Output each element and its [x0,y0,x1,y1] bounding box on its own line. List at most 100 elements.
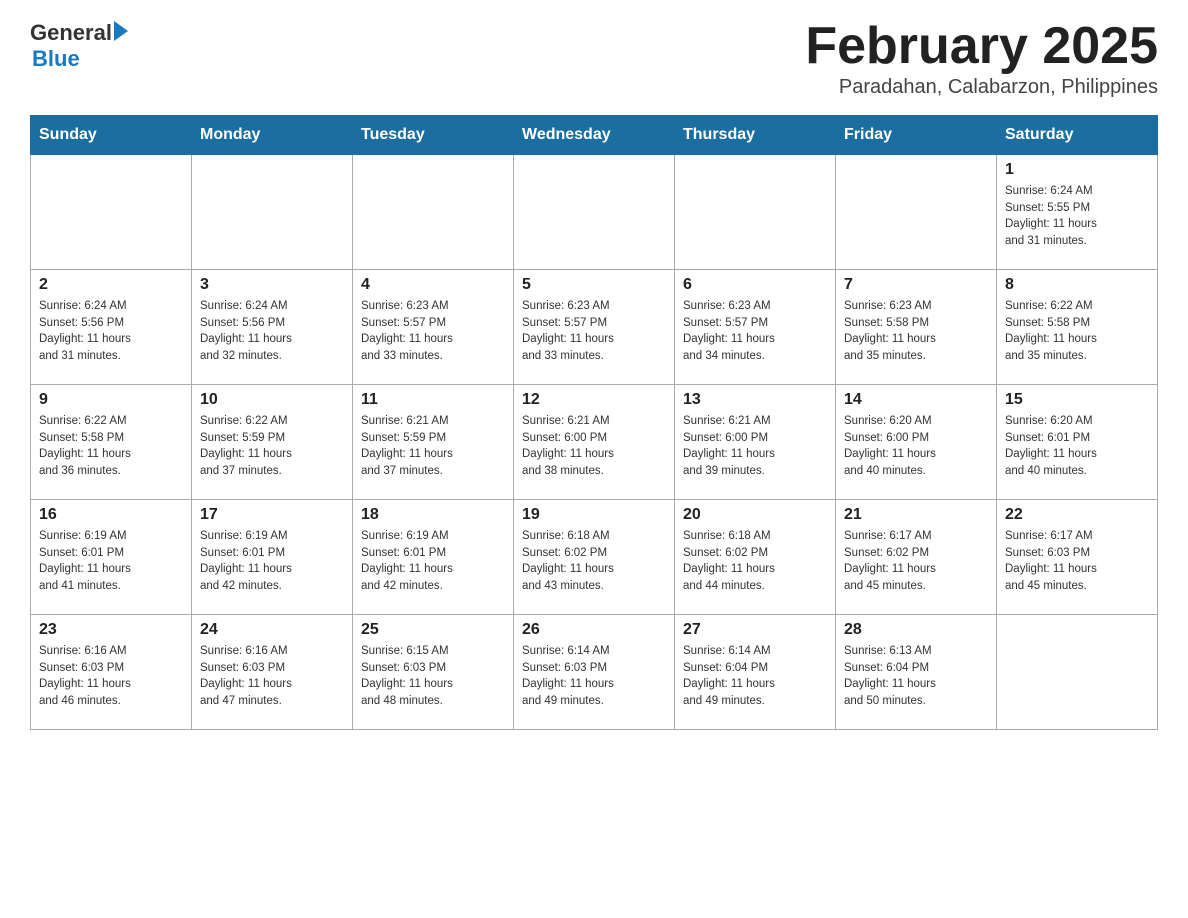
weekday-header-monday: Monday [192,116,353,155]
day-number: 16 [39,506,183,524]
day-number: 6 [683,276,827,294]
calendar-cell: 26 Sunrise: 6:14 AM Sunset: 6:03 PM Dayli… [514,615,675,730]
day-number: 23 [39,621,183,639]
calendar-cell: 8 Sunrise: 6:22 AM Sunset: 5:58 PM Daylig… [997,270,1158,385]
calendar-cell [836,155,997,270]
calendar-week-row: 9 Sunrise: 6:22 AM Sunset: 5:58 PM Daylig… [31,385,1158,500]
calendar-cell: 24 Sunrise: 6:16 AM Sunset: 6:03 PM Dayli… [192,615,353,730]
page-header: General Blue February 2025 Paradahan, Ca… [30,20,1158,99]
day-number: 8 [1005,276,1149,294]
day-number: 5 [522,276,666,294]
day-number: 20 [683,506,827,524]
calendar-cell: 10 Sunrise: 6:22 AM Sunset: 5:59 PM Dayli… [192,385,353,500]
day-number: 25 [361,621,505,639]
day-info: Sunrise: 6:14 AM Sunset: 6:03 PM Dayligh… [522,643,666,710]
day-info: Sunrise: 6:16 AM Sunset: 6:03 PM Dayligh… [200,643,344,710]
calendar-cell: 23 Sunrise: 6:16 AM Sunset: 6:03 PM Dayli… [31,615,192,730]
calendar-body: 1 Sunrise: 6:24 AM Sunset: 5:55 PM Daylig… [31,155,1158,730]
calendar-cell: 7 Sunrise: 6:23 AM Sunset: 5:58 PM Daylig… [836,270,997,385]
day-info: Sunrise: 6:22 AM Sunset: 5:59 PM Dayligh… [200,413,344,480]
calendar-cell: 9 Sunrise: 6:22 AM Sunset: 5:58 PM Daylig… [31,385,192,500]
day-info: Sunrise: 6:18 AM Sunset: 6:02 PM Dayligh… [522,528,666,595]
day-info: Sunrise: 6:24 AM Sunset: 5:55 PM Dayligh… [1005,183,1149,250]
day-number: 9 [39,391,183,409]
day-info: Sunrise: 6:24 AM Sunset: 5:56 PM Dayligh… [39,298,183,365]
calendar-cell: 3Sunrise: 6:24 AM Sunset: 5:56 PM Daylig… [192,270,353,385]
calendar-cell [514,155,675,270]
day-info: Sunrise: 6:21 AM Sunset: 6:00 PM Dayligh… [683,413,827,480]
calendar-cell: 14 Sunrise: 6:20 AM Sunset: 6:00 PM Dayli… [836,385,997,500]
calendar-cell: 1 Sunrise: 6:24 AM Sunset: 5:55 PM Daylig… [997,155,1158,270]
logo-arrow-icon [114,21,128,41]
day-info: Sunrise: 6:23 AM Sunset: 5:58 PM Dayligh… [844,298,988,365]
calendar-cell [192,155,353,270]
calendar-cell: 6Sunrise: 6:23 AM Sunset: 5:57 PM Daylig… [675,270,836,385]
day-info: Sunrise: 6:24 AM Sunset: 5:56 PM Dayligh… [200,298,344,365]
day-info: Sunrise: 6:17 AM Sunset: 6:03 PM Dayligh… [1005,528,1149,595]
day-number: 10 [200,391,344,409]
logo-text-general: General [30,20,112,46]
weekday-header-wednesday: Wednesday [514,116,675,155]
day-info: Sunrise: 6:16 AM Sunset: 6:03 PM Dayligh… [39,643,183,710]
month-title: February 2025 [805,20,1158,72]
calendar-cell [31,155,192,270]
calendar-cell: 22Sunrise: 6:17 AM Sunset: 6:03 PM Dayli… [997,500,1158,615]
day-number: 24 [200,621,344,639]
calendar-cell: 11 Sunrise: 6:21 AM Sunset: 5:59 PM Dayli… [353,385,514,500]
calendar-cell: 28 Sunrise: 6:13 AM Sunset: 6:04 PM Dayli… [836,615,997,730]
calendar-cell: 18 Sunrise: 6:19 AM Sunset: 6:01 PM Dayli… [353,500,514,615]
day-info: Sunrise: 6:19 AM Sunset: 6:01 PM Dayligh… [361,528,505,595]
day-number: 18 [361,506,505,524]
day-number: 7 [844,276,988,294]
weekday-header-thursday: Thursday [675,116,836,155]
day-info: Sunrise: 6:13 AM Sunset: 6:04 PM Dayligh… [844,643,988,710]
day-number: 4 [361,276,505,294]
calendar-cell: 5 Sunrise: 6:23 AM Sunset: 5:57 PM Daylig… [514,270,675,385]
day-info: Sunrise: 6:20 AM Sunset: 6:00 PM Dayligh… [844,413,988,480]
calendar-cell: 13 Sunrise: 6:21 AM Sunset: 6:00 PM Dayli… [675,385,836,500]
day-number: 13 [683,391,827,409]
title-area: February 2025 Paradahan, Calabarzon, Phi… [805,20,1158,99]
day-number: 14 [844,391,988,409]
day-info: Sunrise: 6:23 AM Sunset: 5:57 PM Dayligh… [361,298,505,365]
calendar-cell: 16 Sunrise: 6:19 AM Sunset: 6:01 PM Dayli… [31,500,192,615]
location-title: Paradahan, Calabarzon, Philippines [805,76,1158,99]
calendar-cell [353,155,514,270]
weekday-header-row: SundayMondayTuesdayWednesdayThursdayFrid… [31,116,1158,155]
day-info: Sunrise: 6:20 AM Sunset: 6:01 PM Dayligh… [1005,413,1149,480]
calendar-cell: 2 Sunrise: 6:24 AM Sunset: 5:56 PM Daylig… [31,270,192,385]
calendar-cell: 25 Sunrise: 6:15 AM Sunset: 6:03 PM Dayli… [353,615,514,730]
logo: General Blue [30,20,128,72]
day-info: Sunrise: 6:19 AM Sunset: 6:01 PM Dayligh… [200,528,344,595]
weekday-header-sunday: Sunday [31,116,192,155]
day-info: Sunrise: 6:19 AM Sunset: 6:01 PM Dayligh… [39,528,183,595]
day-number: 19 [522,506,666,524]
day-number: 21 [844,506,988,524]
day-number: 2 [39,276,183,294]
day-number: 11 [361,391,505,409]
day-number: 28 [844,621,988,639]
day-info: Sunrise: 6:15 AM Sunset: 6:03 PM Dayligh… [361,643,505,710]
logo-text-blue: Blue [32,46,80,72]
calendar-cell: 27Sunrise: 6:14 AM Sunset: 6:04 PM Dayli… [675,615,836,730]
calendar-cell [675,155,836,270]
calendar-cell: 15Sunrise: 6:20 AM Sunset: 6:01 PM Dayli… [997,385,1158,500]
calendar-week-row: 2 Sunrise: 6:24 AM Sunset: 5:56 PM Daylig… [31,270,1158,385]
day-info: Sunrise: 6:22 AM Sunset: 5:58 PM Dayligh… [39,413,183,480]
day-number: 1 [1005,161,1149,179]
day-info: Sunrise: 6:22 AM Sunset: 5:58 PM Dayligh… [1005,298,1149,365]
day-info: Sunrise: 6:23 AM Sunset: 5:57 PM Dayligh… [522,298,666,365]
calendar-week-row: 23 Sunrise: 6:16 AM Sunset: 6:03 PM Dayli… [31,615,1158,730]
day-number: 12 [522,391,666,409]
calendar-cell: 17Sunrise: 6:19 AM Sunset: 6:01 PM Dayli… [192,500,353,615]
weekday-header-friday: Friday [836,116,997,155]
calendar-week-row: 16 Sunrise: 6:19 AM Sunset: 6:01 PM Dayli… [31,500,1158,615]
calendar-cell [997,615,1158,730]
calendar-cell: 12 Sunrise: 6:21 AM Sunset: 6:00 PM Dayli… [514,385,675,500]
day-number: 26 [522,621,666,639]
day-info: Sunrise: 6:21 AM Sunset: 6:00 PM Dayligh… [522,413,666,480]
day-info: Sunrise: 6:17 AM Sunset: 6:02 PM Dayligh… [844,528,988,595]
day-info: Sunrise: 6:21 AM Sunset: 5:59 PM Dayligh… [361,413,505,480]
calendar-table: SundayMondayTuesdayWednesdayThursdayFrid… [30,115,1158,730]
weekday-header-tuesday: Tuesday [353,116,514,155]
